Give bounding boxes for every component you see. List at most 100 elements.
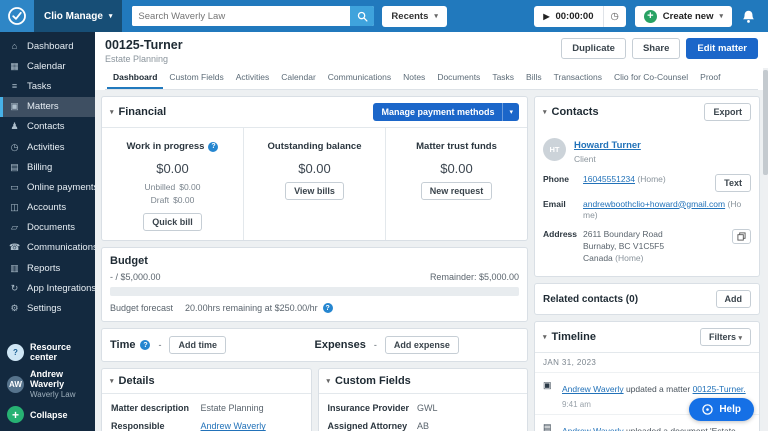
timeline-filters-button[interactable]: Filters ▾ <box>699 328 751 347</box>
time-expenses-card: Time ? - Add time Expenses - Add expense <box>101 328 528 363</box>
timeline-section-header[interactable]: ▾ Timeline <box>543 331 596 343</box>
sidebar-item-label: Calendar <box>27 60 66 72</box>
tab-proof[interactable]: Proof <box>694 67 726 89</box>
add-expense-button[interactable]: Add expense <box>384 336 459 355</box>
tab-clio-co-counsel[interactable]: Clio for Co-Counsel <box>608 67 694 89</box>
copy-icon <box>737 232 746 241</box>
timeline-user-link[interactable]: Andrew Waverly <box>562 384 624 394</box>
create-new-button[interactable]: + Create new ▾ <box>634 5 732 27</box>
notifications-bell-icon[interactable] <box>741 9 756 24</box>
chevron-down-icon: ▾ <box>719 13 723 20</box>
detail-value: Estate Planning <box>200 402 264 413</box>
sidebar-item-communications[interactable]: ☎ Communications <box>0 238 98 258</box>
sidebar-item-reports[interactable]: ▥ Reports <box>0 258 95 278</box>
sidebar-item-label: Documents <box>27 222 76 234</box>
address-type: (Home) <box>615 253 644 264</box>
detail-row: Matter description Estate Planning <box>102 399 311 417</box>
app-switcher[interactable]: Clio Manage ▾ <box>34 0 123 32</box>
tab-custom-fields[interactable]: Custom Fields <box>163 67 229 89</box>
contacts-section-header[interactable]: ▾ Contacts <box>543 106 599 118</box>
right-column: ▾ Contacts Export HT Howard Turner Clien… <box>534 96 760 431</box>
sidebar-item-billing[interactable]: ▤ Billing <box>0 157 95 177</box>
financial-section-header[interactable]: ▾ Financial <box>110 106 166 118</box>
duplicate-button[interactable]: Duplicate <box>561 38 626 59</box>
new-request-button[interactable]: New request <box>420 182 493 200</box>
budget-remainder: Remainder: $5,000.00 <box>429 272 519 283</box>
tab-bills[interactable]: Bills <box>520 67 548 89</box>
address-line2: Burnaby, BC V1C5F5 <box>583 241 665 252</box>
text-contact-button[interactable]: Text <box>715 173 751 192</box>
task-list-icon: ≡ <box>11 81 18 92</box>
detail-label: Matter description <box>111 402 190 413</box>
share-button[interactable]: Share <box>631 38 681 59</box>
tab-dashboard[interactable]: Dashboard <box>107 67 164 89</box>
search-input[interactable] <box>132 6 351 26</box>
tab-calendar[interactable]: Calendar <box>275 67 322 89</box>
recents-button[interactable]: Recents ▾ <box>382 5 447 27</box>
sidebar-item-activities[interactable]: ◷ Activities <box>0 137 95 157</box>
sidebar-item-calendar[interactable]: ▦ Calendar <box>0 56 95 76</box>
folder-icon: ▤ <box>543 422 552 431</box>
timer-clock-button[interactable]: ◷ <box>604 6 626 27</box>
responsible-attorney-link[interactable]: Andrew Waverly <box>201 421 266 431</box>
sidebar-item-online-payments[interactable]: ▭ Online payments <box>0 177 98 197</box>
help-button[interactable]: Help <box>689 398 754 421</box>
sidebar-item-settings[interactable]: ⚙ Settings <box>0 298 95 318</box>
phone-icon: ☎ <box>9 242 21 253</box>
manage-payment-methods-button[interactable]: Manage payment methods ▾ <box>373 103 519 121</box>
collapse-sidebar-button[interactable]: + Collapse <box>7 406 88 423</box>
add-related-contact-button[interactable]: Add <box>715 290 751 309</box>
sidebar-item-tasks[interactable]: ≡ Tasks <box>0 76 95 96</box>
tab-activities[interactable]: Activities <box>230 67 276 89</box>
invoice-icon: ▤ <box>10 161 19 172</box>
financial-card: ▾ Financial Manage payment methods ▾ Wor… <box>101 96 528 242</box>
clio-logo[interactable] <box>0 0 34 32</box>
edit-matter-button[interactable]: Edit matter <box>686 38 758 59</box>
tab-communications[interactable]: Communications <box>322 67 397 89</box>
search-button[interactable] <box>350 6 375 26</box>
calendar-icon: ▦ <box>10 60 19 71</box>
expenses-section: Expenses - Add expense <box>315 336 520 355</box>
timeline-target-link[interactable]: 00125-Turner. <box>693 384 746 394</box>
tab-documents[interactable]: Documents <box>431 67 486 89</box>
sidebar-item-contacts[interactable]: ♟ Contacts <box>0 117 95 137</box>
email-link[interactable]: andrewboothclio+howard@gmail.com <box>583 199 725 209</box>
timeline-user-link[interactable]: Andrew Waverly <box>562 426 624 431</box>
phone-link[interactable]: 16045551234 <box>583 174 635 184</box>
sidebar-item-dashboard[interactable]: ⌂ Dashboard <box>0 36 95 56</box>
custom-fields-section-header[interactable]: ▾ Custom Fields <box>327 375 411 387</box>
tab-notes[interactable]: Notes <box>397 67 431 89</box>
view-bills-button[interactable]: View bills <box>285 182 344 200</box>
firm-name: Waverly Law <box>30 390 76 399</box>
copy-address-button[interactable] <box>732 229 751 245</box>
details-section-header[interactable]: ▾ Details <box>110 375 155 387</box>
quick-bill-button[interactable]: Quick bill <box>143 213 202 232</box>
timer-start-button[interactable]: ▶ 00:00:00 <box>534 5 604 27</box>
sidebar-item-label: Tasks <box>27 80 52 92</box>
sidebar-item-label: App Integrations <box>27 282 97 294</box>
outstanding-title: Outstanding balance <box>267 141 362 152</box>
sidebar-item-documents[interactable]: ▱ Documents <box>0 218 95 238</box>
sidebar-item-matters[interactable]: ▣ Matters <box>0 96 95 117</box>
app-name: Clio Manage <box>44 10 103 22</box>
tab-tasks[interactable]: Tasks <box>486 67 520 89</box>
field-label: Insurance Provider <box>327 402 410 413</box>
resource-center-button[interactable]: ? Resource center <box>7 342 88 362</box>
wip-amount: $0.00 <box>156 161 189 176</box>
contact-name-link[interactable]: Howard Turner <box>574 140 641 151</box>
sidebar-item-accounts[interactable]: ◫ Accounts <box>0 198 95 218</box>
details-card: ▾ Details Matter description Estate Plann… <box>101 368 312 431</box>
export-contacts-button[interactable]: Export <box>704 103 751 121</box>
sidebar-item-label: Matters <box>27 101 59 113</box>
phone-label: Phone <box>543 173 569 184</box>
help-icon[interactable]: ? <box>140 340 151 351</box>
scrollbar-thumb[interactable] <box>763 70 768 175</box>
user-account-menu[interactable]: AW Andrew Waverly Waverly Law <box>7 369 88 399</box>
home-icon: ⌂ <box>11 41 18 52</box>
tab-transactions[interactable]: Transactions <box>548 67 608 89</box>
chevron-down-icon: ▾ <box>502 103 519 121</box>
sidebar-item-app-integrations[interactable]: ↻ App Integrations <box>0 278 97 298</box>
help-icon[interactable]: ? <box>208 141 219 152</box>
add-time-button[interactable]: Add time <box>169 336 226 355</box>
help-icon[interactable]: ? <box>322 303 333 314</box>
